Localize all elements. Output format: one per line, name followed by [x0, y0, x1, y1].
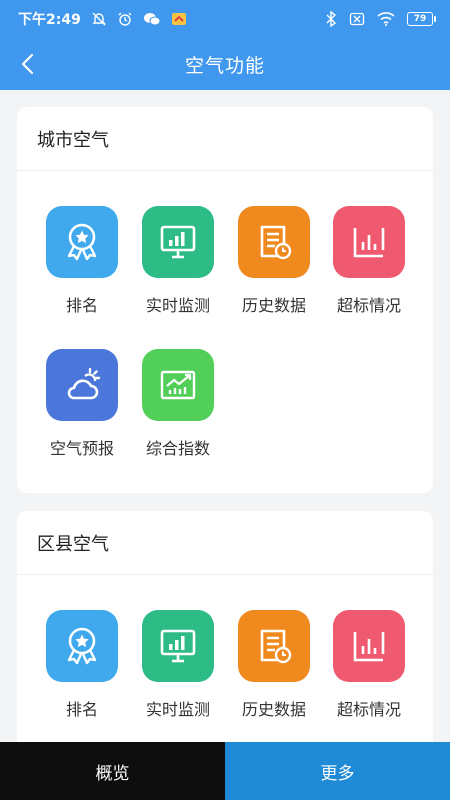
ranking-tile[interactable] — [46, 610, 118, 682]
app-notification-icon — [171, 11, 187, 27]
back-button[interactable] — [12, 48, 44, 80]
section-title: 区县空气 — [37, 533, 109, 555]
realtime-monitoring-tile[interactable] — [142, 206, 214, 278]
realtime-monitoring-label: 实时监测 — [145, 700, 210, 719]
wechat-icon — [143, 11, 161, 27]
status-bar: 下午2:49 79 — [0, 0, 450, 38]
bottom-navigation: 概览 更多 — [0, 742, 450, 800]
history-data-tile[interactable] — [238, 610, 310, 682]
history-data-label: 历史数据 — [241, 700, 306, 719]
no-sim-icon — [349, 11, 365, 27]
wifi-icon — [377, 11, 395, 27]
tab-more-label: 更多 — [320, 763, 355, 784]
exceedance-label: 超标情况 — [336, 296, 401, 315]
tab-overview-label: 概览 — [95, 763, 130, 784]
battery-level: 79 — [407, 12, 433, 26]
grid-item-history-data[interactable]: 历史数据 — [226, 610, 322, 720]
bluetooth-icon — [325, 11, 337, 27]
realtime-monitoring-tile[interactable] — [142, 610, 214, 682]
history-data-label: 历史数据 — [241, 296, 306, 315]
grid-item-exceedance[interactable]: 超标情况 — [321, 206, 417, 316]
ribbon-star-icon — [67, 223, 97, 261]
document-clock-icon — [260, 225, 292, 260]
air-forecast-tile[interactable] — [46, 349, 118, 421]
ranking-tile[interactable] — [46, 206, 118, 278]
ribbon-star-icon — [67, 627, 97, 665]
ranking-label: 排名 — [65, 700, 98, 719]
tab-more[interactable]: 更多 — [225, 742, 450, 800]
bar-chart-frame-icon — [353, 632, 385, 662]
page-title: 空气功能 — [184, 54, 265, 77]
document-clock-icon — [260, 629, 292, 664]
district-air-section: 区县空气 排名 实时监测 历史数据 超标情况 — [17, 511, 433, 742]
history-data-tile[interactable] — [238, 206, 310, 278]
exceedance-tile[interactable] — [333, 610, 405, 682]
top-navigation-bar: 空气功能 — [0, 38, 450, 90]
grid-item-ranking[interactable]: 排名 — [34, 610, 130, 720]
air-forecast-label: 空气预报 — [49, 439, 114, 458]
grid-item-air-forecast[interactable]: 空气预报 — [34, 349, 130, 459]
mute-bell-icon — [91, 11, 107, 27]
section-header: 城市空气 — [17, 107, 433, 171]
trend-chart-icon — [160, 370, 196, 400]
grid-item-realtime-monitoring[interactable]: 实时监测 — [130, 206, 226, 316]
bar-chart-frame-icon — [353, 228, 385, 258]
city-air-section: 城市空气 排名 实时监测 历史数据 超标情况 空气预报 综合指数 — [17, 107, 433, 493]
realtime-monitoring-label: 实时监测 — [145, 296, 210, 315]
battery-icon: 79 — [407, 12, 436, 26]
sun-cloud-icon — [67, 367, 101, 400]
composite-index-label: 综合指数 — [145, 439, 210, 458]
alarm-clock-icon — [117, 11, 133, 27]
content-area[interactable]: 城市空气 排名 实时监测 历史数据 超标情况 空气预报 综合指数 区县空气 排名… — [0, 90, 450, 742]
ranking-label: 排名 — [65, 296, 98, 315]
section-title: 城市空气 — [37, 129, 109, 151]
monitor-bar-chart-icon — [160, 629, 196, 663]
grid-item-composite-index[interactable]: 综合指数 — [130, 349, 226, 459]
tab-overview[interactable]: 概览 — [0, 742, 225, 800]
section-header: 区县空气 — [17, 511, 433, 575]
exceedance-label: 超标情况 — [336, 700, 401, 719]
grid-item-history-data[interactable]: 历史数据 — [226, 206, 322, 316]
monitor-bar-chart-icon — [160, 225, 196, 259]
chevron-left-icon — [21, 53, 34, 75]
exceedance-tile[interactable] — [333, 206, 405, 278]
status-time: 下午2:49 — [18, 12, 81, 28]
grid-item-ranking[interactable]: 排名 — [34, 206, 130, 316]
grid-item-exceedance[interactable]: 超标情况 — [321, 610, 417, 720]
composite-index-tile[interactable] — [142, 349, 214, 421]
grid-item-realtime-monitoring[interactable]: 实时监测 — [130, 610, 226, 720]
